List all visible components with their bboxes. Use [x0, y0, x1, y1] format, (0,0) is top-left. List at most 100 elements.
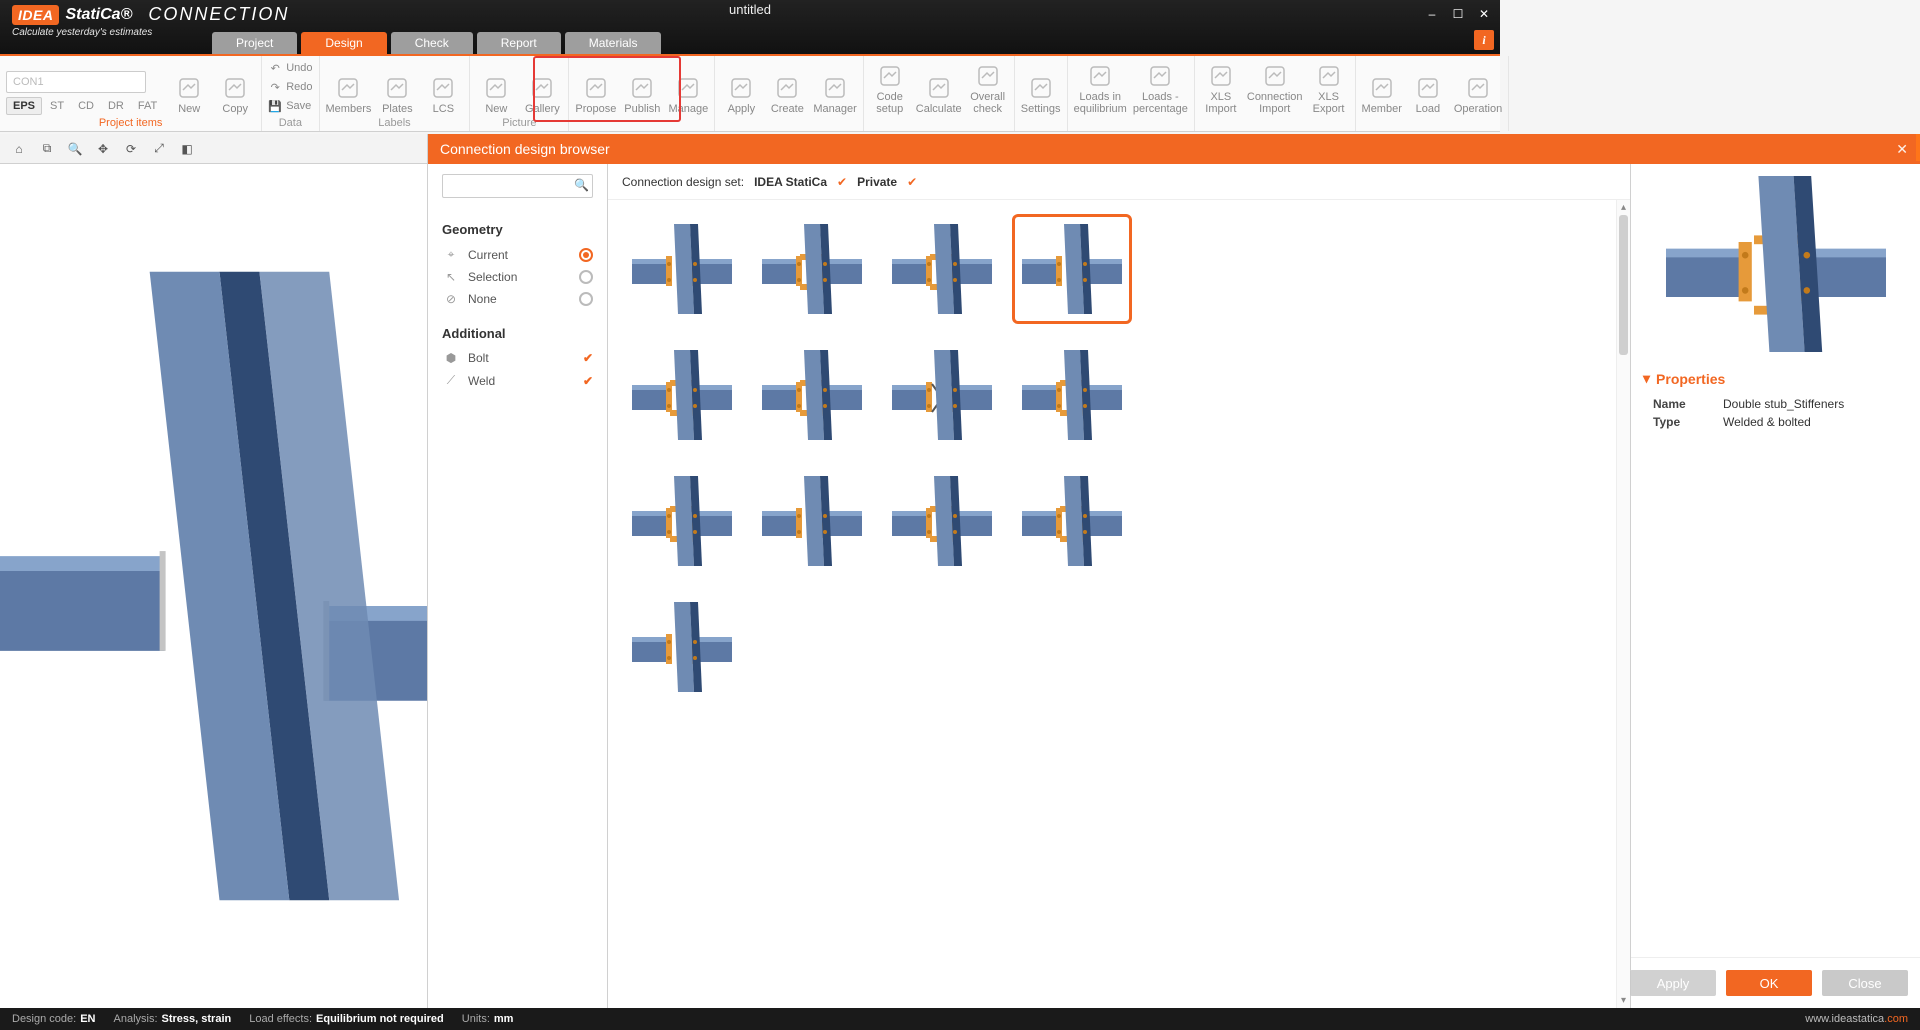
prop-key: Name [1653, 397, 1713, 411]
ribbon-group-label [1074, 115, 1188, 119]
rotate-icon[interactable]: ⟳ [120, 138, 142, 160]
close-panel-button[interactable]: ✕ [1896, 141, 1908, 158]
apply-button[interactable]: Apply [1630, 970, 1716, 996]
design-thumb[interactable] [882, 466, 1002, 576]
design-thumb[interactable] [882, 340, 1002, 450]
design-thumb[interactable] [1012, 466, 1132, 576]
propose-button[interactable]: Propose [575, 59, 616, 115]
geometry-none[interactable]: ⊘None [442, 288, 593, 310]
geometry-selection[interactable]: ↖Selection [442, 266, 593, 288]
ribbon-group-io: XLS ImportConnection ImportXLS Export [1195, 56, 1356, 131]
proj-tag-cd[interactable]: CD [72, 98, 100, 114]
close-button[interactable]: Close [1822, 970, 1908, 996]
tab-check[interactable]: Check [391, 32, 473, 54]
design-thumb[interactable] [752, 466, 872, 576]
close-window-button[interactable]: ✕ [1472, 4, 1496, 24]
create-button[interactable]: Create [767, 59, 807, 115]
design-thumb[interactable] [1012, 214, 1132, 324]
home-icon[interactable]: ⌂ [8, 138, 30, 160]
overall-check-button[interactable]: Overall check [968, 59, 1008, 115]
lcs-button[interactable]: LCS [423, 59, 463, 115]
xls-import-button[interactable]: XLS Import [1201, 59, 1241, 115]
cube-icon[interactable]: ◧ [176, 138, 198, 160]
member-icon [1369, 75, 1395, 101]
private-label: Private [857, 175, 897, 189]
scroll-up-icon[interactable]: ▴ [1621, 200, 1626, 215]
new-button[interactable]: New [476, 59, 516, 115]
settings-button[interactable]: Settings [1021, 59, 1061, 115]
loads---percentage-button[interactable]: Loads - percentage [1133, 59, 1188, 115]
connection-import-button[interactable]: Connection Import [1247, 59, 1303, 115]
search-icon[interactable]: 🔍 [574, 178, 589, 192]
proj-tag-eps[interactable]: EPS [6, 97, 42, 115]
radio[interactable] [579, 270, 593, 284]
publish-button[interactable]: Publish [622, 59, 662, 115]
ribbon-group-loads: Loads in equilibriumLoads - percentage [1068, 56, 1195, 131]
minimize-button[interactable]: – [1420, 4, 1444, 24]
status-url[interactable]: www.ideastatica.com [1805, 1013, 1908, 1025]
design-thumb[interactable] [622, 592, 742, 702]
scrollbar[interactable]: ▴ ▾ [1616, 200, 1630, 1008]
xls-export-icon [1316, 63, 1342, 89]
ribbon-group-label: Labels [326, 115, 464, 131]
ok-button[interactable]: OK [1726, 970, 1812, 996]
project-name-input[interactable] [6, 71, 146, 93]
load-button[interactable]: Load [1408, 59, 1448, 115]
new-button[interactable]: New [169, 59, 209, 115]
zoom-window-icon[interactable]: ⧉ [36, 138, 58, 160]
plates-button[interactable]: Plates [377, 59, 417, 115]
gallery-panel: Connection design set: IDEA StatiCa ✔ Pr… [608, 164, 1630, 1008]
operation-button[interactable]: Operation [1454, 59, 1502, 115]
tab-report[interactable]: Report [477, 32, 561, 54]
members-button[interactable]: Members [326, 59, 372, 115]
calculate-button[interactable]: Calculate [916, 59, 962, 115]
manager-button[interactable]: Manager [813, 59, 856, 115]
save-button[interactable]: 💾Save [268, 97, 312, 115]
properties-heading[interactable]: ▾ Properties [1631, 364, 1920, 393]
thumbnail-grid [608, 200, 1616, 1008]
design-thumb[interactable] [622, 214, 742, 324]
xls-export-button[interactable]: XLS Export [1309, 59, 1349, 115]
apply-button[interactable]: Apply [721, 59, 761, 115]
code-setup-button[interactable]: Code setup [870, 59, 910, 115]
radio[interactable] [579, 248, 593, 262]
additional-bolt[interactable]: ⬢Bolt✔ [442, 347, 593, 369]
loads-in-equilibrium-button[interactable]: Loads in equilibrium [1074, 59, 1127, 115]
design-thumb[interactable] [882, 214, 1002, 324]
geometry-current[interactable]: ⌖Current [442, 243, 593, 266]
design-thumb[interactable] [622, 340, 742, 450]
radio[interactable] [579, 292, 593, 306]
check-icon[interactable]: ✔ [583, 351, 593, 365]
gallery-button[interactable]: Gallery [522, 59, 562, 115]
design-thumb[interactable] [622, 466, 742, 576]
design-thumb[interactable] [752, 340, 872, 450]
viewport-canvas[interactable] [0, 164, 427, 1008]
proj-tag-dr[interactable]: DR [102, 98, 130, 114]
copy-button[interactable]: Copy [215, 59, 255, 115]
search-icon[interactable]: 🔍 [64, 138, 86, 160]
design-thumb[interactable] [1012, 340, 1132, 450]
maximize-button[interactable]: ☐ [1446, 4, 1470, 24]
pan-icon[interactable]: ✥ [92, 138, 114, 160]
undo-button[interactable]: ↶Undo [268, 59, 312, 77]
tab-materials[interactable]: Materials [565, 32, 662, 54]
search-input[interactable] [442, 174, 593, 198]
info-button[interactable]: i [1474, 30, 1494, 50]
tab-design[interactable]: Design [301, 32, 386, 54]
properties-heading-text: Properties [1656, 371, 1725, 387]
check-icon[interactable]: ✔ [583, 374, 593, 388]
status-pair: Analysis:Stress, strain [114, 1013, 232, 1025]
design-thumb[interactable] [752, 214, 872, 324]
delete-button[interactable]: Delete [1916, 134, 1920, 161]
manage-button[interactable]: Manage [668, 59, 708, 115]
proj-tag-st[interactable]: ST [44, 98, 70, 114]
redo-button[interactable]: ↷Redo [268, 78, 312, 96]
new-pic-icon [483, 75, 509, 101]
ribbon-group-label [870, 115, 1008, 119]
additional-weld[interactable]: ⟋Weld✔ [442, 369, 593, 392]
scroll-down-icon[interactable]: ▾ [1621, 993, 1626, 1008]
member-button[interactable]: Member [1362, 59, 1402, 115]
proj-tag-fat[interactable]: FAT [132, 98, 163, 114]
tab-project[interactable]: Project [212, 32, 297, 54]
fit-icon[interactable]: ⤢ [148, 138, 170, 160]
